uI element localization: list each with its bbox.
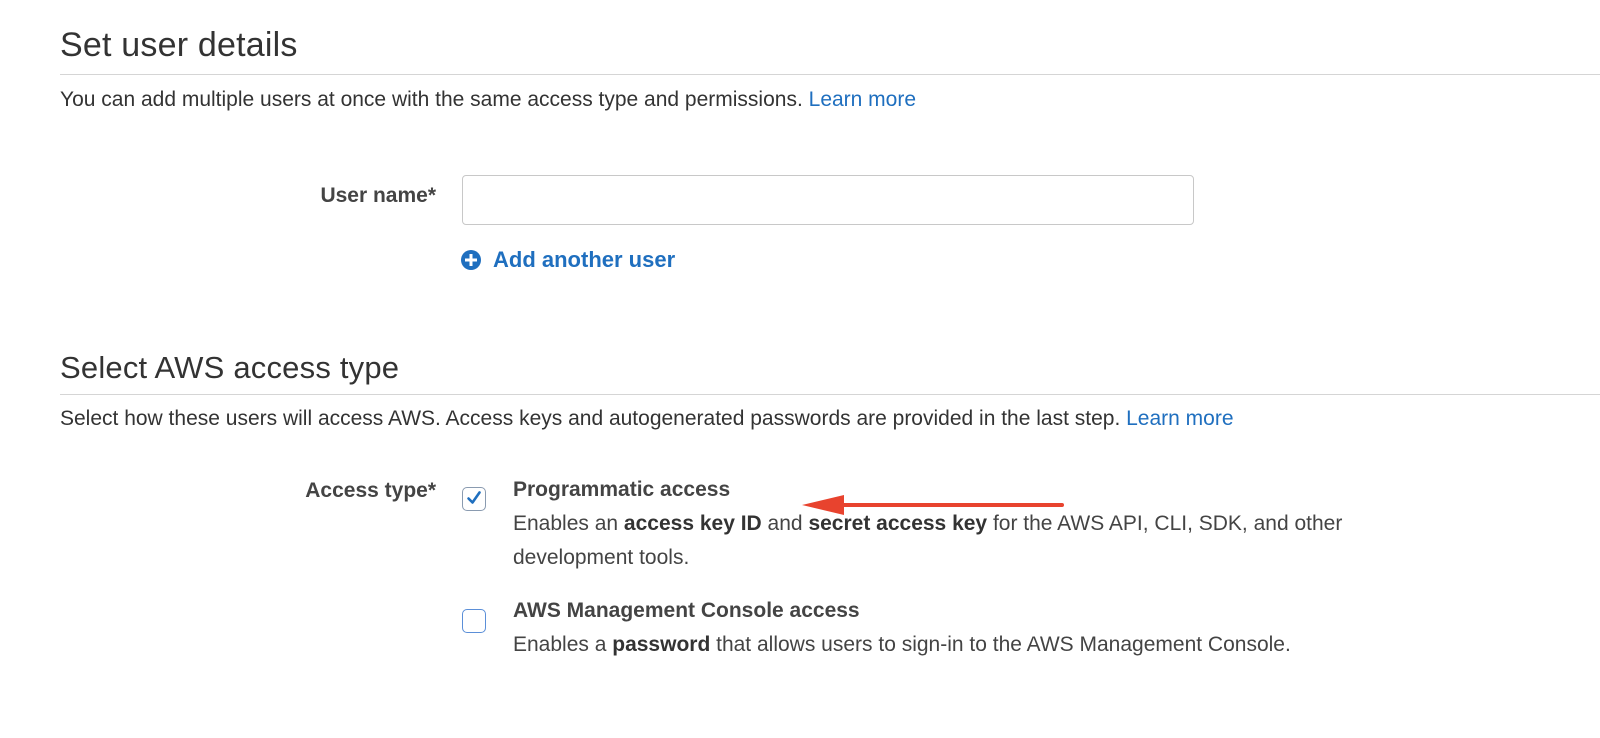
console-access-checkbox[interactable]: [462, 609, 486, 633]
programmatic-access-title: Programmatic access: [513, 478, 731, 501]
set-user-details-heading: Set user details: [60, 26, 298, 64]
user-details-description: You can add multiple users at once with …: [60, 88, 916, 112]
desc-text: that allows users to sign-in to the AWS …: [710, 633, 1291, 656]
user-name-label: User name*: [320, 184, 436, 207]
add-another-user-label: Add another user: [493, 247, 676, 272]
section-divider: [60, 74, 1600, 75]
access-type-description: Select how these users will access AWS. …: [60, 407, 1234, 431]
desc-bold-text: access key ID: [623, 512, 762, 535]
learn-more-link[interactable]: Learn more: [1126, 407, 1233, 430]
plus-circle-icon: [460, 249, 482, 271]
annotation-arrow-icon: [802, 495, 1064, 515]
console-access-title: AWS Management Console access: [513, 599, 860, 622]
programmatic-access-checkbox[interactable]: [462, 487, 486, 511]
console-access-description: Enables a password that allows users to …: [513, 628, 1373, 662]
add-another-user-button[interactable]: Add another user: [460, 247, 675, 273]
desc-text: Enables an: [513, 512, 624, 535]
user-details-description-text: You can add multiple users at once with …: [60, 88, 803, 111]
select-access-type-heading: Select AWS access type: [60, 350, 400, 385]
checkmark-icon: [467, 491, 481, 504]
desc-text: Enables a: [513, 633, 613, 656]
desc-bold-text: password: [612, 633, 711, 656]
user-name-input[interactable]: [462, 175, 1194, 225]
learn-more-link[interactable]: Learn more: [809, 88, 916, 111]
section-divider: [60, 394, 1600, 395]
access-type-description-text: Select how these users will access AWS. …: [60, 407, 1121, 430]
create-user-page: Set user details You can add multiple us…: [0, 0, 1600, 738]
access-type-label: Access type*: [305, 479, 436, 502]
